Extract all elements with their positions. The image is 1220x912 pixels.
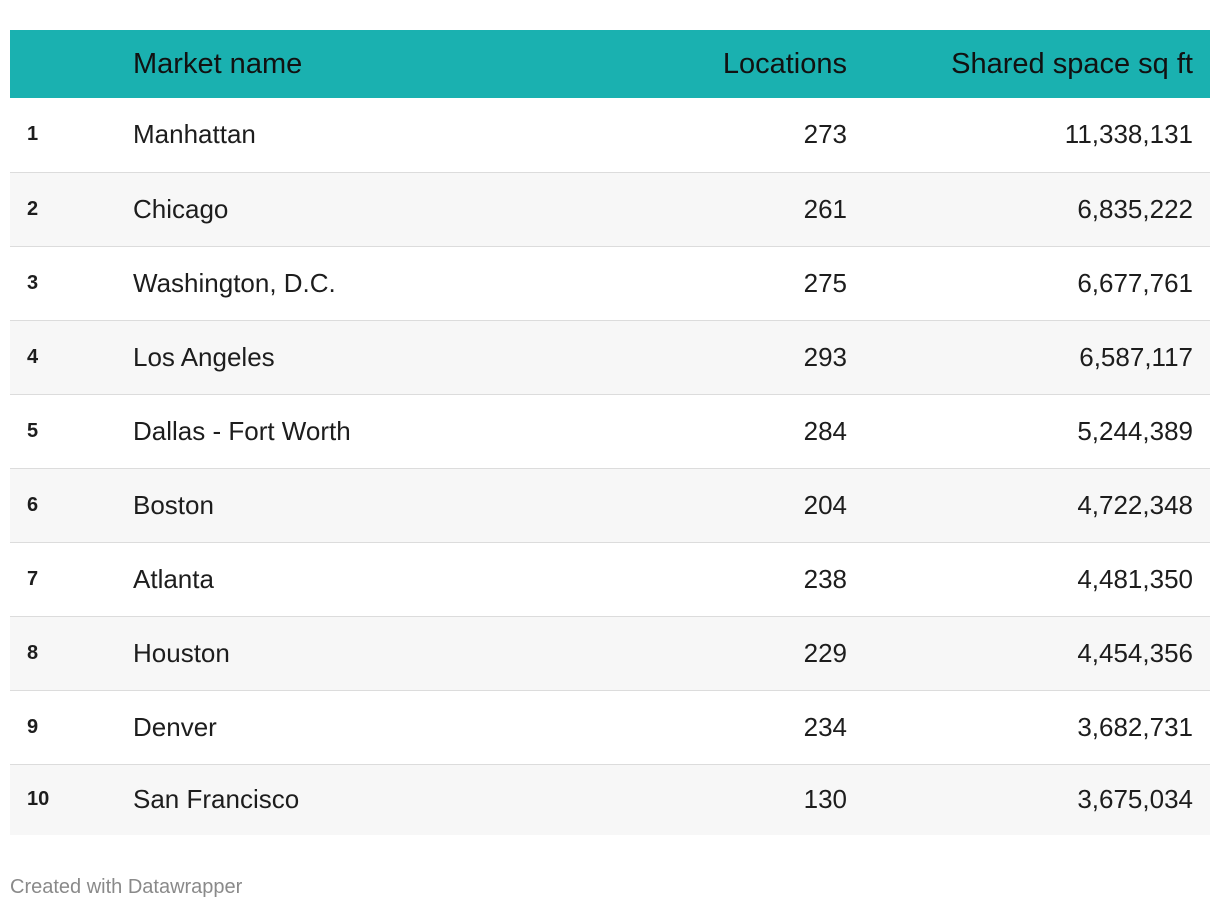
cell-rank: 4 bbox=[27, 345, 39, 368]
cell-shared-space: 6,677,761 bbox=[1077, 267, 1193, 298]
table-row: 4 Los Angeles 293 6,587,117 bbox=[10, 320, 1210, 394]
cell-locations: 284 bbox=[803, 415, 847, 446]
cell-market-name: Washington, D.C. bbox=[133, 267, 336, 298]
cell-market-name: Atlanta bbox=[133, 563, 214, 594]
cell-locations: 238 bbox=[803, 563, 847, 594]
cell-rank: 5 bbox=[27, 419, 39, 442]
header-market-name: Market name bbox=[133, 47, 303, 80]
cell-locations: 229 bbox=[803, 637, 847, 668]
cell-rank: 1 bbox=[27, 123, 39, 146]
table-row: 9 Denver 234 3,682,731 bbox=[10, 690, 1210, 764]
cell-rank: 10 bbox=[27, 788, 50, 811]
table-body: 1 Manhattan 273 11,338,131 2 Chicago 261 6,835,… bbox=[10, 98, 1210, 835]
cell-rank: 9 bbox=[27, 715, 39, 738]
cell-shared-space: 4,454,356 bbox=[1077, 637, 1193, 668]
table-row: 2 Chicago 261 6,835,222 bbox=[10, 172, 1210, 246]
table-row: 8 Houston 229 4,454,356 bbox=[10, 616, 1210, 690]
market-table: Market name Locations Shared space sq ft… bbox=[10, 30, 1210, 835]
cell-locations: 261 bbox=[803, 193, 847, 224]
cell-shared-space: 6,587,117 bbox=[1079, 341, 1193, 372]
cell-locations: 234 bbox=[803, 711, 847, 742]
datawrapper-credit[interactable]: Created with Datawrapper bbox=[10, 876, 242, 899]
cell-rank: 8 bbox=[27, 641, 39, 664]
cell-rank: 2 bbox=[27, 197, 39, 220]
cell-rank: 6 bbox=[27, 493, 39, 516]
table-row: 5 Dallas - Fort Worth 284 5,244,389 bbox=[10, 394, 1210, 468]
cell-locations: 130 bbox=[803, 784, 847, 815]
cell-locations: 204 bbox=[803, 489, 847, 520]
cell-rank: 7 bbox=[27, 567, 39, 590]
data-table-container: Market name Locations Shared space sq ft… bbox=[10, 30, 1210, 835]
cell-market-name: Los Angeles bbox=[133, 341, 275, 372]
cell-market-name: Manhattan bbox=[133, 119, 256, 150]
cell-locations: 275 bbox=[803, 267, 847, 298]
cell-market-name: Boston bbox=[133, 489, 214, 520]
cell-shared-space: 4,722,348 bbox=[1077, 489, 1193, 520]
cell-shared-space: 3,682,731 bbox=[1077, 711, 1193, 742]
cell-shared-space: 3,675,034 bbox=[1077, 784, 1193, 815]
header-locations: Locations bbox=[722, 47, 847, 80]
cell-market-name: Chicago bbox=[133, 193, 229, 224]
cell-market-name: San Francisco bbox=[133, 784, 300, 815]
cell-market-name: Denver bbox=[133, 711, 217, 742]
cell-shared-space: 5,244,389 bbox=[1077, 415, 1193, 446]
cell-shared-space: 6,835,222 bbox=[1077, 193, 1193, 224]
table-row: 10 San Francisco 130 3,675,034 bbox=[10, 764, 1210, 835]
cell-market-name: Houston bbox=[133, 637, 230, 668]
table-row: 1 Manhattan 273 11,338,131 bbox=[10, 98, 1210, 172]
cell-market-name: Dallas - Fort Worth bbox=[133, 415, 351, 446]
cell-shared-space: 4,481,350 bbox=[1077, 563, 1193, 594]
table-header-row: Market name Locations Shared space sq ft bbox=[10, 30, 1210, 98]
table-row: 3 Washington, D.C. 275 6,677,761 bbox=[10, 246, 1210, 320]
header-shared-space: Shared space sq ft bbox=[951, 47, 1193, 80]
header-rank bbox=[10, 30, 133, 98]
cell-locations: 293 bbox=[803, 341, 847, 372]
cell-locations: 273 bbox=[803, 119, 847, 150]
table-row: 7 Atlanta 238 4,481,350 bbox=[10, 542, 1210, 616]
table-row: 6 Boston 204 4,722,348 bbox=[10, 468, 1210, 542]
cell-rank: 3 bbox=[27, 271, 39, 294]
cell-shared-space: 11,338,131 bbox=[1064, 119, 1193, 150]
